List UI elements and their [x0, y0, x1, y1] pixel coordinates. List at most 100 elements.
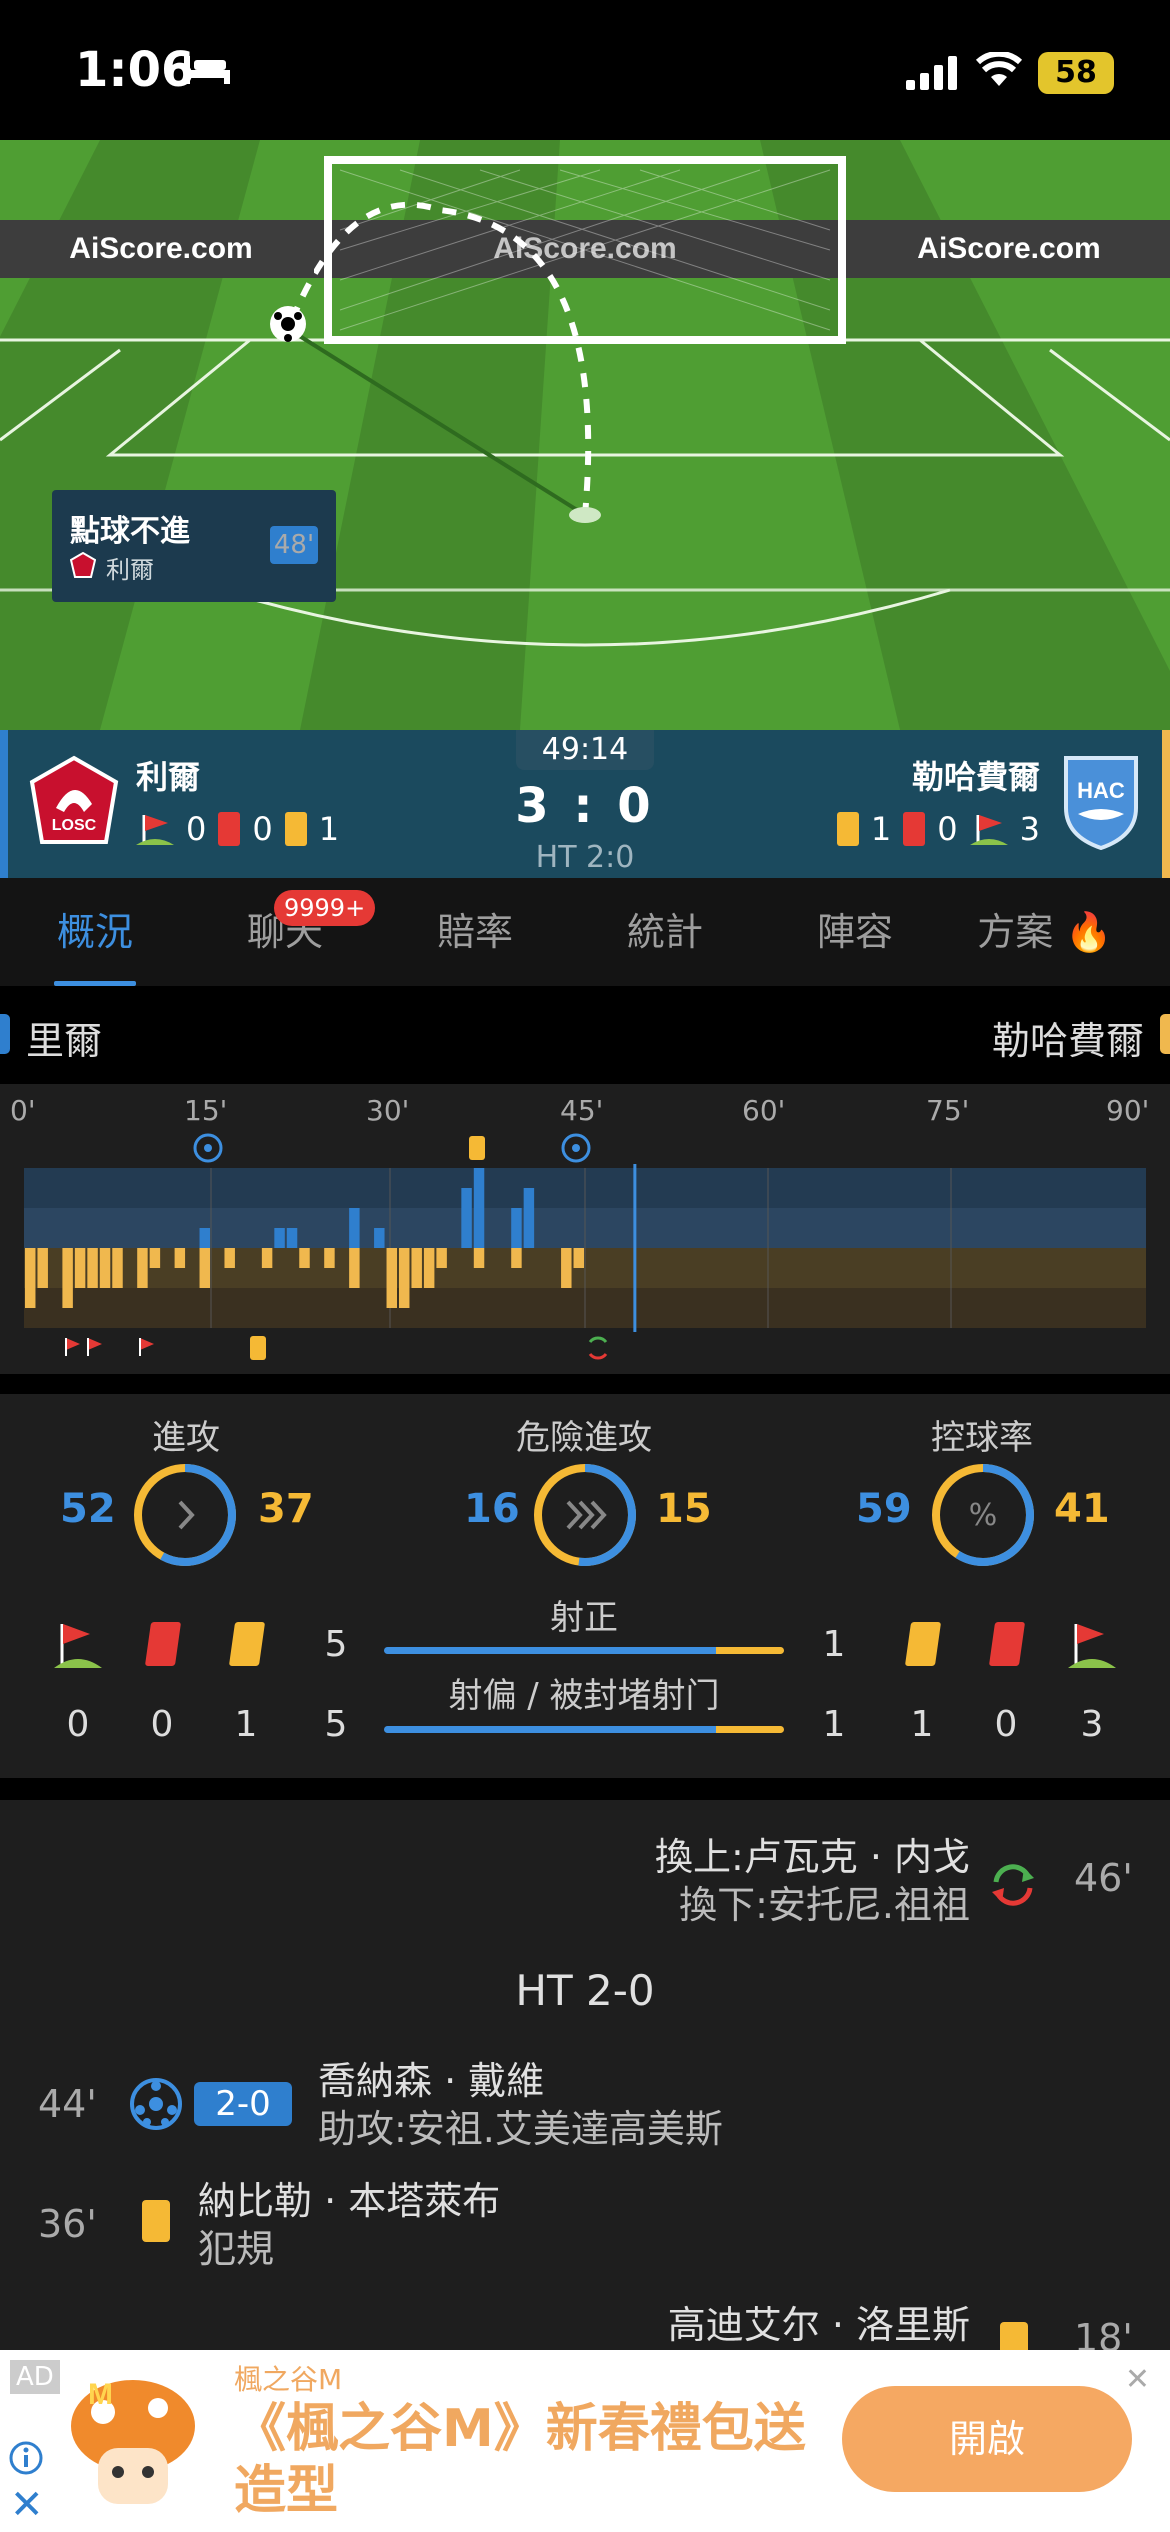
ad-tag: AD	[10, 2360, 60, 2394]
lille-crest-icon	[70, 552, 96, 578]
away-pressure-bar	[324, 1248, 335, 1268]
ad-banner[interactable]: AD M 楓之谷M 《楓之谷M》新春禮包送造型 開啟 ✕ ✕	[0, 2350, 1170, 2532]
away-yellow-count: 1	[910, 1704, 934, 1745]
off-target-home: 5	[324, 1704, 348, 1745]
tab-bar: 概況 聊天 9999+ 賠率 統計 陣容 方案 🔥	[0, 878, 1170, 986]
ad-brand: 楓之谷M	[234, 2363, 343, 2396]
home-pressure-bar	[274, 1228, 285, 1248]
danger-label: 危險進攻	[516, 1418, 652, 1458]
tab-stats[interactable]: 統計	[570, 878, 760, 986]
home-pressure-bar	[286, 1228, 298, 1248]
away-pressure-bar	[423, 1248, 435, 1288]
live-pitch-view: AiScore.com AiScore.com AiScore.com 點球不進…	[0, 140, 1170, 730]
danger-home: 16	[464, 1486, 520, 1532]
possession-home: 59	[856, 1486, 912, 1532]
off-target-bar	[384, 1726, 784, 1733]
yellow-card-icon	[1000, 2322, 1028, 2350]
tab-tips[interactable]: 方案 🔥	[950, 878, 1140, 986]
away-pressure-bar	[87, 1248, 98, 1288]
attack-label: 進攻	[152, 1418, 220, 1458]
card1-reason: 犯規	[198, 2227, 275, 2271]
tick-label: 0'	[10, 1094, 36, 1127]
home-pressure-bar	[461, 1188, 472, 1248]
match-stats-panel: 進攻 52 37 危險進攻 16 15 控球率 59 % 41 5 射正 1 0…	[0, 1394, 1170, 1778]
home-color-marker	[0, 1014, 10, 1054]
tab-chat[interactable]: 聊天 9999+	[190, 878, 380, 986]
away-red-cards: 0	[937, 810, 958, 848]
off-target-label: 射偏 / 被封堵射门	[448, 1676, 720, 1716]
wifi-icon	[976, 52, 1022, 86]
sub-minute: 46'	[1074, 1856, 1133, 1900]
home-pressure-bar	[473, 1168, 485, 1248]
tick-label: 90'	[1106, 1094, 1150, 1127]
goal-ball-icon	[130, 2078, 182, 2130]
tab-odds[interactable]: 賠率	[380, 878, 570, 986]
event-team: 利爾	[106, 556, 154, 584]
tick-label: 15'	[184, 1094, 228, 1127]
away-pressure-bar	[386, 1248, 397, 1308]
away-red-count: 0	[994, 1704, 1018, 1745]
home-pressure-bar	[349, 1208, 360, 1248]
score-bar: LOSC 利爾 0 0 1 49:14 3 : 0 HT 2:0 勒哈費爾 1 …	[0, 730, 1170, 878]
tab-stats-label: 統計	[626, 910, 703, 954]
event-minute: 48'	[270, 526, 318, 564]
substitution-marker-icon	[588, 1336, 608, 1360]
tab-tips-label: 方案	[977, 910, 1054, 954]
off-target-away: 1	[822, 1704, 846, 1745]
away-team-logo[interactable]: HAC	[1058, 754, 1144, 850]
on-target-bar	[384, 1647, 784, 1654]
away-corners: 3	[1019, 810, 1040, 848]
away-pressure-bar	[224, 1248, 235, 1268]
goal-score-badge: 2-0	[194, 2082, 292, 2126]
ad-info-icon[interactable]	[8, 2440, 44, 2476]
ad-close-icon[interactable]: ✕	[1125, 2362, 1150, 2397]
on-target-away: 1	[822, 1624, 846, 1665]
home-red-count: 0	[150, 1704, 174, 1745]
corner-flag-icon	[969, 815, 1008, 845]
attack-home: 52	[60, 1486, 116, 1532]
tab-lineup-label: 陣容	[816, 910, 893, 954]
away-pressure-bar	[62, 1248, 73, 1308]
ad-board-left: AiScore.com	[8, 220, 314, 278]
away-team-name[interactable]: 勒哈費爾	[912, 752, 1040, 798]
tab-overview[interactable]: 概況	[0, 878, 190, 986]
ad-message: 《楓之谷M》新春禮包送造型	[234, 2399, 806, 2521]
cellular-signal-icon	[906, 56, 957, 90]
away-pressure-bar	[511, 1248, 522, 1268]
away-yellow-cards: 1	[870, 810, 892, 848]
danger-ring	[534, 1464, 636, 1566]
ad-dismiss-icon[interactable]: ✕	[10, 2482, 44, 2528]
chat-count-badge: 9999+	[274, 890, 376, 926]
tab-odds-label: 賠率	[436, 910, 513, 954]
sub-out-text: 換下:安托尼.祖祖	[679, 1883, 970, 1927]
yellow-card-marker	[469, 1136, 485, 1160]
away-pressure-bar	[99, 1248, 111, 1288]
percent-icon: %	[969, 1498, 998, 1533]
card1-player: 納比勒 · 本塔萊布	[198, 2179, 501, 2223]
yellow-card-icon	[142, 2200, 170, 2242]
match-clock: 49:14	[516, 730, 654, 770]
event-title: 點球不進	[70, 514, 190, 549]
possession-ring: %	[932, 1464, 1034, 1566]
away-pressure-bar	[137, 1248, 148, 1288]
status-time: 1:06	[75, 42, 195, 98]
home-pressure-bar	[511, 1208, 522, 1248]
corner-flag-icon	[54, 1624, 102, 1668]
attack-away: 37	[258, 1486, 314, 1532]
away-pressure-bar	[149, 1248, 161, 1268]
fire-icon: 🔥	[1065, 910, 1113, 954]
sleep-mode-icon	[184, 56, 230, 84]
red-card-icon	[144, 1622, 182, 1666]
chevron-right-icon	[178, 1500, 195, 1530]
tab-lineup[interactable]: 陣容	[760, 878, 950, 986]
on-target-home: 5	[324, 1624, 348, 1665]
card1-minute: 36'	[38, 2202, 97, 2246]
away-pressure-bar	[199, 1248, 210, 1288]
attack-momentum-chart: 0' 15' 30' 45' 60' 75' 90'	[0, 1084, 1170, 1374]
possession-label: 控球率	[931, 1418, 1033, 1458]
red-card-icon	[903, 812, 926, 846]
ad-open-button[interactable]: 開啟	[842, 2386, 1132, 2492]
away-pressure-bar	[74, 1248, 86, 1288]
home-yellow-count: 1	[234, 1704, 258, 1745]
yellow-card-icon	[836, 812, 859, 846]
